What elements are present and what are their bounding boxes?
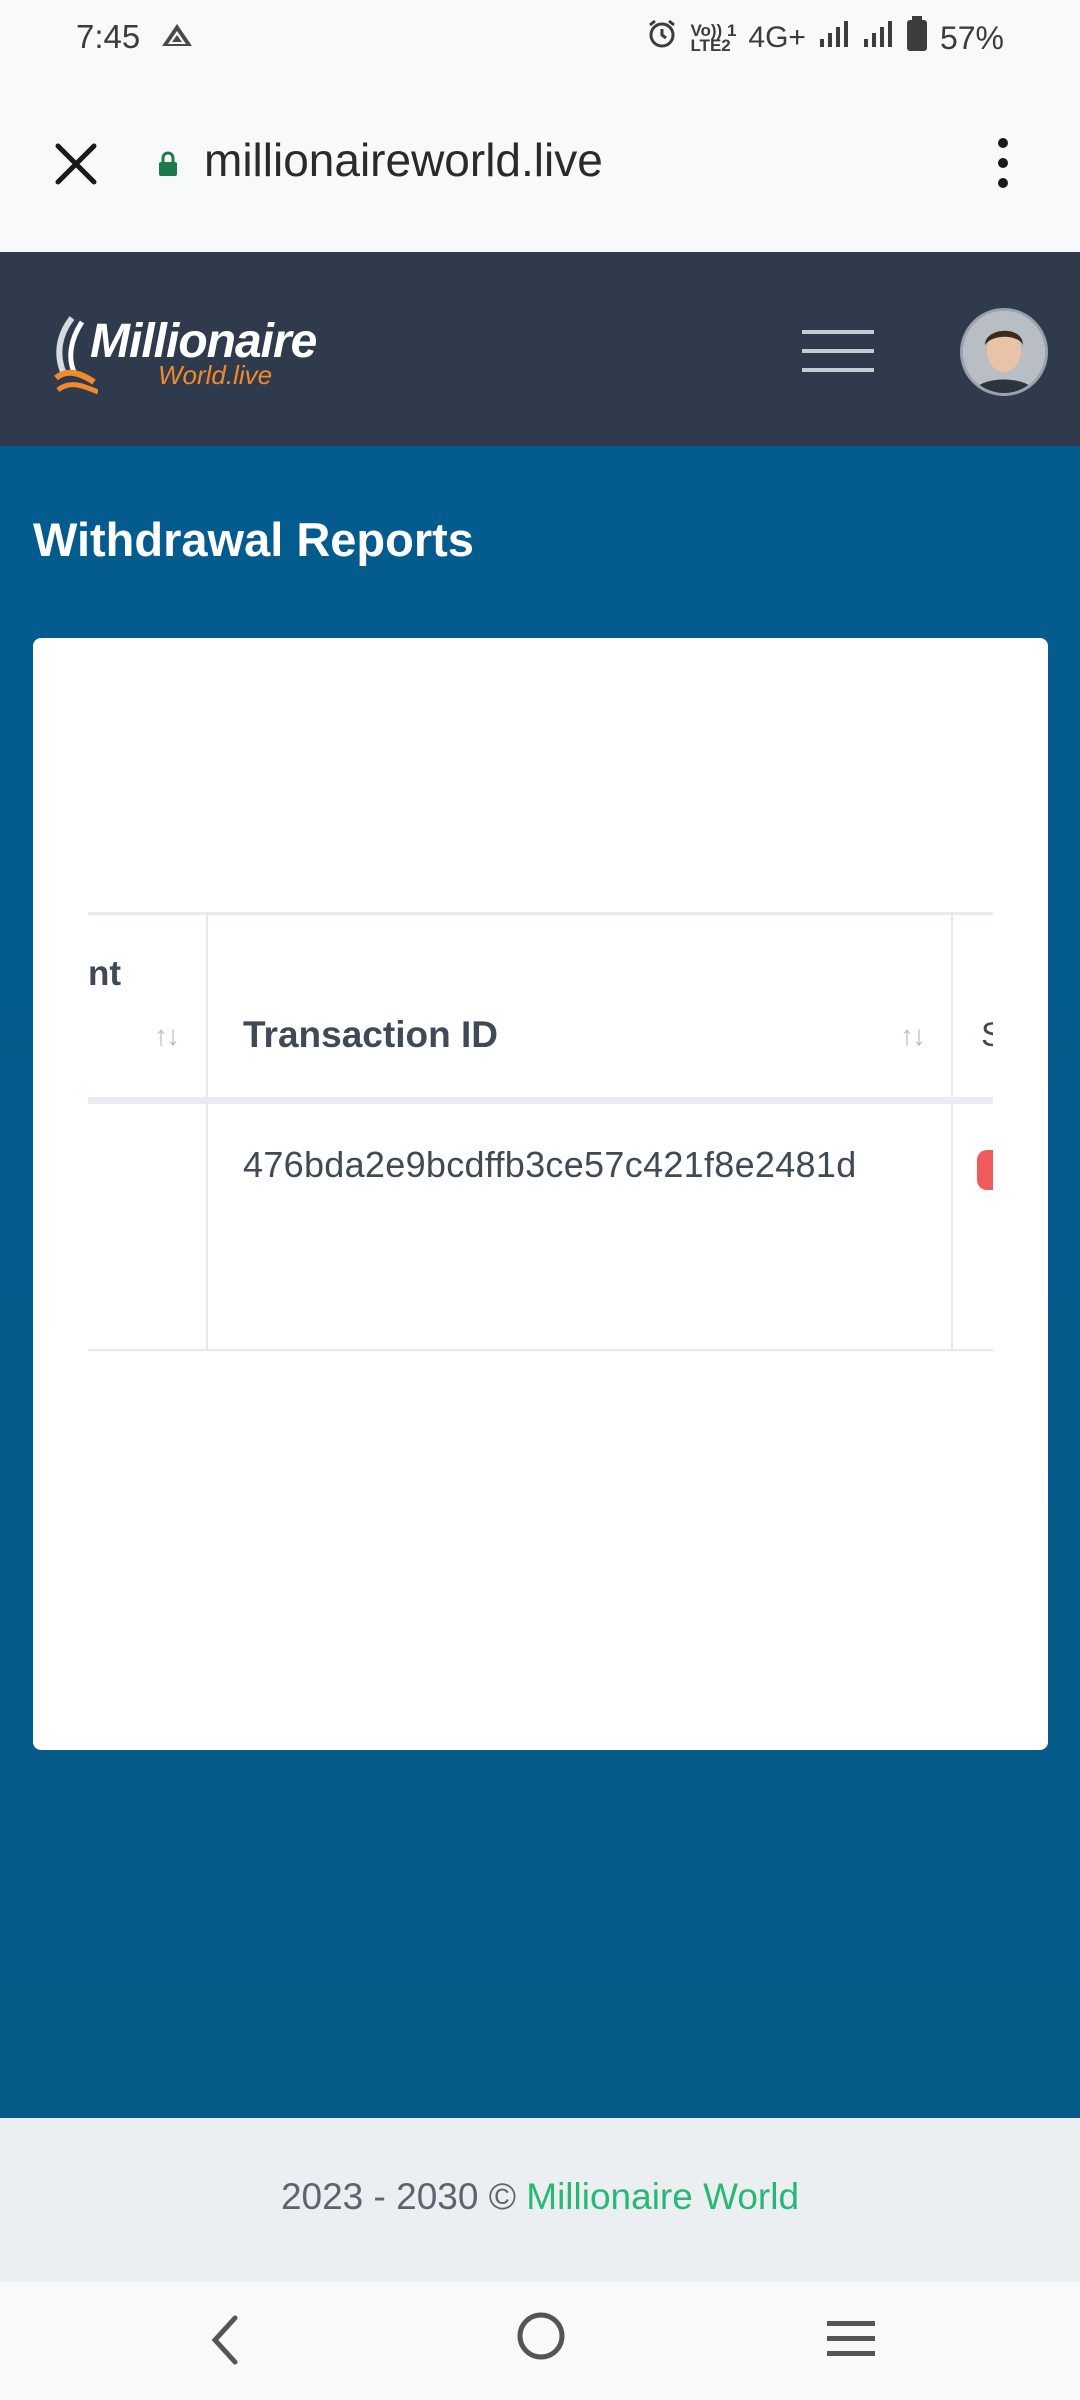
report-card: nt ↑↓ Transaction ID ↑↓ S 476bda2e9bcdff… — [33, 638, 1048, 1750]
browser-toolbar: millionaireworld.live — [0, 78, 1080, 252]
status-badge — [977, 1150, 993, 1190]
site-header: Millionaire World.live — [0, 252, 1080, 446]
network-type: 4G+ — [748, 21, 806, 54]
site-logo[interactable]: Millionaire World.live — [54, 314, 324, 395]
column-header-status-partial[interactable]: S — [981, 1016, 993, 1055]
status-bar: 7:45 Vo)) 1 LTE2 4G+ 57% — [0, 0, 1080, 78]
network-label: Vo)) 1 LTE2 — [690, 21, 737, 55]
site-footer: 2023 - 2030 © Millionaire World — [0, 2118, 1080, 2282]
home-icon[interactable] — [515, 2310, 567, 2367]
row-bottom-border — [88, 1349, 993, 1351]
column-header-partial[interactable]: nt — [88, 954, 121, 994]
lock-icon — [157, 151, 179, 182]
more-vert-icon[interactable] — [985, 133, 1021, 193]
avatar[interactable] — [960, 308, 1048, 396]
signal-icon — [862, 19, 894, 57]
status-icons: Vo)) 1 LTE2 4G+ 57% — [646, 16, 1004, 60]
hamburger-menu-icon[interactable] — [802, 328, 874, 374]
page-title: Withdrawal Reports — [33, 513, 474, 566]
recent-apps-icon[interactable] — [825, 2317, 877, 2366]
footer-link[interactable]: Millionaire World — [526, 2176, 799, 2217]
table-cell-transaction-id: 476bda2e9bcdffb3ce57c421f8e2481d — [243, 1144, 857, 1185]
column-divider — [951, 912, 953, 1351]
sort-icon[interactable]: ↑↓ — [900, 1020, 926, 1052]
header-bottom-border — [88, 1097, 993, 1104]
address-bar-url[interactable]: millionaireworld.live — [204, 133, 603, 187]
column-divider — [206, 912, 208, 1351]
warning-icon — [160, 22, 194, 53]
signal-icon — [818, 19, 850, 57]
footer-copyright: 2023 - 2030 © Millionaire World — [280, 2176, 800, 2217]
battery-percent: 57% — [939, 19, 1004, 56]
table-top-border — [88, 912, 993, 915]
system-nav-bar — [0, 2282, 1080, 2400]
back-icon[interactable] — [205, 2312, 245, 2373]
battery-icon — [906, 16, 928, 60]
close-icon[interactable] — [50, 138, 102, 190]
status-time: 7:45 — [76, 18, 141, 55]
withdrawal-table[interactable]: nt ↑↓ Transaction ID ↑↓ S 476bda2e9bcdff… — [88, 912, 993, 1354]
column-header-transaction-id[interactable]: Transaction ID — [243, 1014, 498, 1056]
sort-icon[interactable]: ↑↓ — [154, 1020, 180, 1052]
main-content: Withdrawal Reports nt ↑↓ Transaction ID … — [0, 446, 1080, 2118]
alarm-icon — [646, 18, 678, 58]
logo-sub-text: World.live — [158, 360, 273, 390]
